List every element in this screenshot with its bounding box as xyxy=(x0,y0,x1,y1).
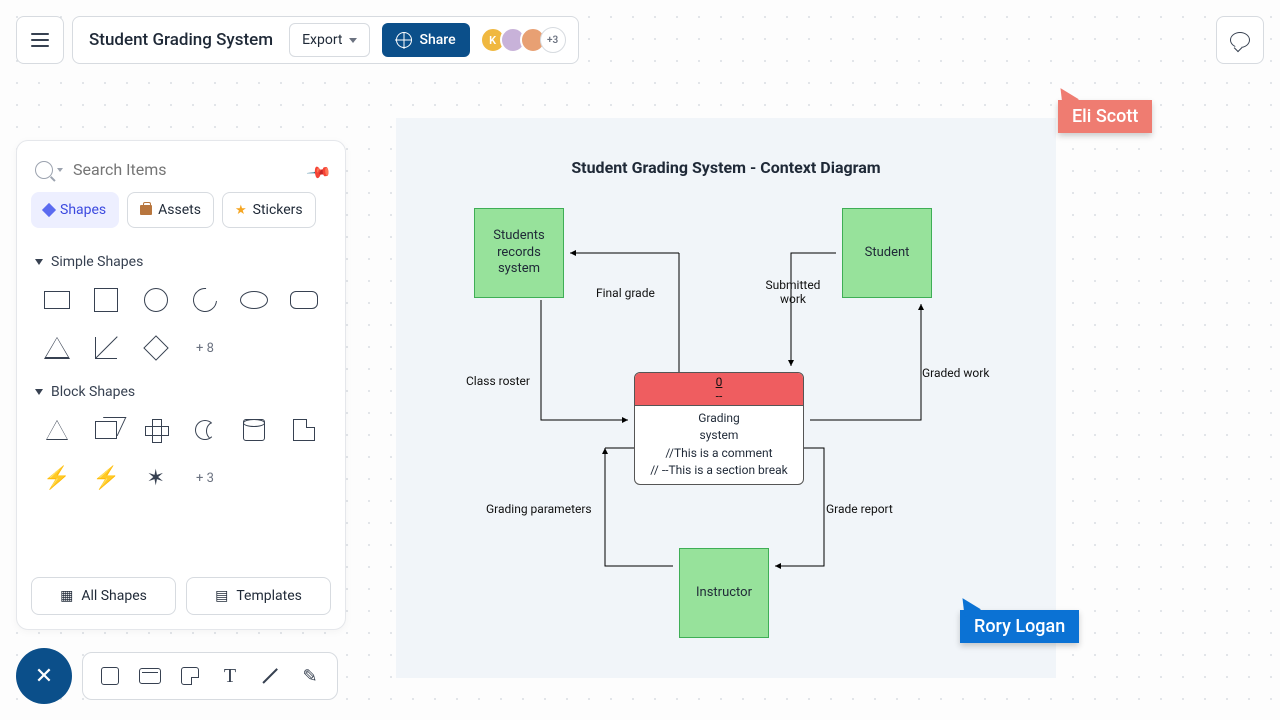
collaborator-cursor-eli: Eli Scott xyxy=(1058,86,1152,133)
tool-card[interactable] xyxy=(131,657,169,695)
share-button[interactable]: Share xyxy=(382,23,470,57)
edge-label: Grading parameters xyxy=(486,502,592,516)
shapes-more[interactable]: + 3 xyxy=(183,456,227,500)
shape-plus[interactable] xyxy=(134,408,178,452)
edge-label: Submitted work xyxy=(762,278,824,306)
diamond-icon xyxy=(42,203,56,217)
shape-cone[interactable] xyxy=(35,408,79,452)
edge-label: Grade report xyxy=(826,502,893,516)
shapes-panel: 📌 Shapes Assets ★Stickers Simple Shapes … xyxy=(16,140,346,630)
search-input[interactable] xyxy=(71,159,303,180)
chevron-down-icon xyxy=(349,38,357,43)
tool-rectangle[interactable] xyxy=(91,657,129,695)
chat-bubble-icon xyxy=(1230,32,1250,48)
briefcase-icon xyxy=(140,205,152,215)
chevron-down-icon xyxy=(35,389,43,395)
diagram-edges xyxy=(396,118,1056,678)
template-icon: ▤ xyxy=(215,588,228,604)
shapes-more[interactable]: + 8 xyxy=(183,326,227,370)
tool-pen[interactable]: ✎ xyxy=(291,657,329,695)
templates-button[interactable]: ▤Templates xyxy=(186,577,331,615)
shape-ellipse[interactable] xyxy=(232,278,276,322)
shape-lightning-2[interactable]: ⚡ xyxy=(84,456,128,500)
menu-button[interactable] xyxy=(16,16,64,64)
tool-line[interactable] xyxy=(251,657,289,695)
tab-stickers[interactable]: ★Stickers xyxy=(222,192,316,228)
tab-assets[interactable]: Assets xyxy=(127,192,214,228)
diagram-canvas[interactable]: Student Grading System - Context Diagram… xyxy=(396,118,1056,678)
edge-label: Final grade xyxy=(596,286,655,300)
export-label: Export xyxy=(302,32,342,48)
edge-label: Class roster xyxy=(466,374,530,388)
globe-icon xyxy=(396,32,412,48)
shape-square[interactable] xyxy=(84,278,128,322)
tab-shapes[interactable]: Shapes xyxy=(31,192,119,228)
bottom-toolbar: T ✎ xyxy=(82,652,338,700)
share-label: Share xyxy=(420,32,456,48)
close-fab[interactable]: ✕ xyxy=(16,648,72,704)
all-shapes-button[interactable]: ▦All Shapes xyxy=(31,577,176,615)
chevron-down-icon xyxy=(35,259,43,265)
tool-note[interactable] xyxy=(171,657,209,695)
hamburger-icon xyxy=(31,33,49,47)
grid-icon: ▦ xyxy=(60,588,73,604)
document-title[interactable]: Student Grading System xyxy=(85,30,277,50)
section-simple-shapes[interactable]: Simple Shapes xyxy=(35,254,331,270)
close-icon: ✕ xyxy=(35,664,53,689)
shape-burst[interactable]: ✶ xyxy=(134,456,178,500)
title-bar: Student Grading System Export Share K +3 xyxy=(72,16,579,64)
shape-cylinder[interactable] xyxy=(232,408,276,452)
shape-triangle[interactable] xyxy=(35,326,79,370)
shape-circle[interactable] xyxy=(134,278,178,322)
search-icon xyxy=(35,161,53,179)
section-block-shapes[interactable]: Block Shapes xyxy=(35,384,331,400)
edge-label: Graded work xyxy=(922,366,989,380)
pin-icon[interactable]: 📌 xyxy=(308,158,331,181)
shape-arc[interactable] xyxy=(183,278,227,322)
shape-rectangle[interactable] xyxy=(35,278,79,322)
collaborator-cursor-rory: Rory Logan xyxy=(960,596,1079,643)
shape-diamond[interactable] xyxy=(134,326,178,370)
shape-folded-corner[interactable] xyxy=(282,408,326,452)
comments-button[interactable] xyxy=(1216,16,1264,64)
export-button[interactable]: Export xyxy=(289,23,369,57)
shape-right-triangle[interactable] xyxy=(84,326,128,370)
chevron-down-icon[interactable] xyxy=(57,168,63,172)
star-icon: ★ xyxy=(235,203,247,218)
tool-text[interactable]: T xyxy=(211,657,249,695)
shape-crescent[interactable] xyxy=(183,408,227,452)
shape-lightning[interactable]: ⚡ xyxy=(35,456,79,500)
shape-rounded-rectangle[interactable] xyxy=(282,278,326,322)
collaborator-avatars[interactable]: K +3 xyxy=(486,27,566,53)
shape-cube[interactable] xyxy=(84,408,128,452)
avatar-more[interactable]: +3 xyxy=(540,27,566,53)
